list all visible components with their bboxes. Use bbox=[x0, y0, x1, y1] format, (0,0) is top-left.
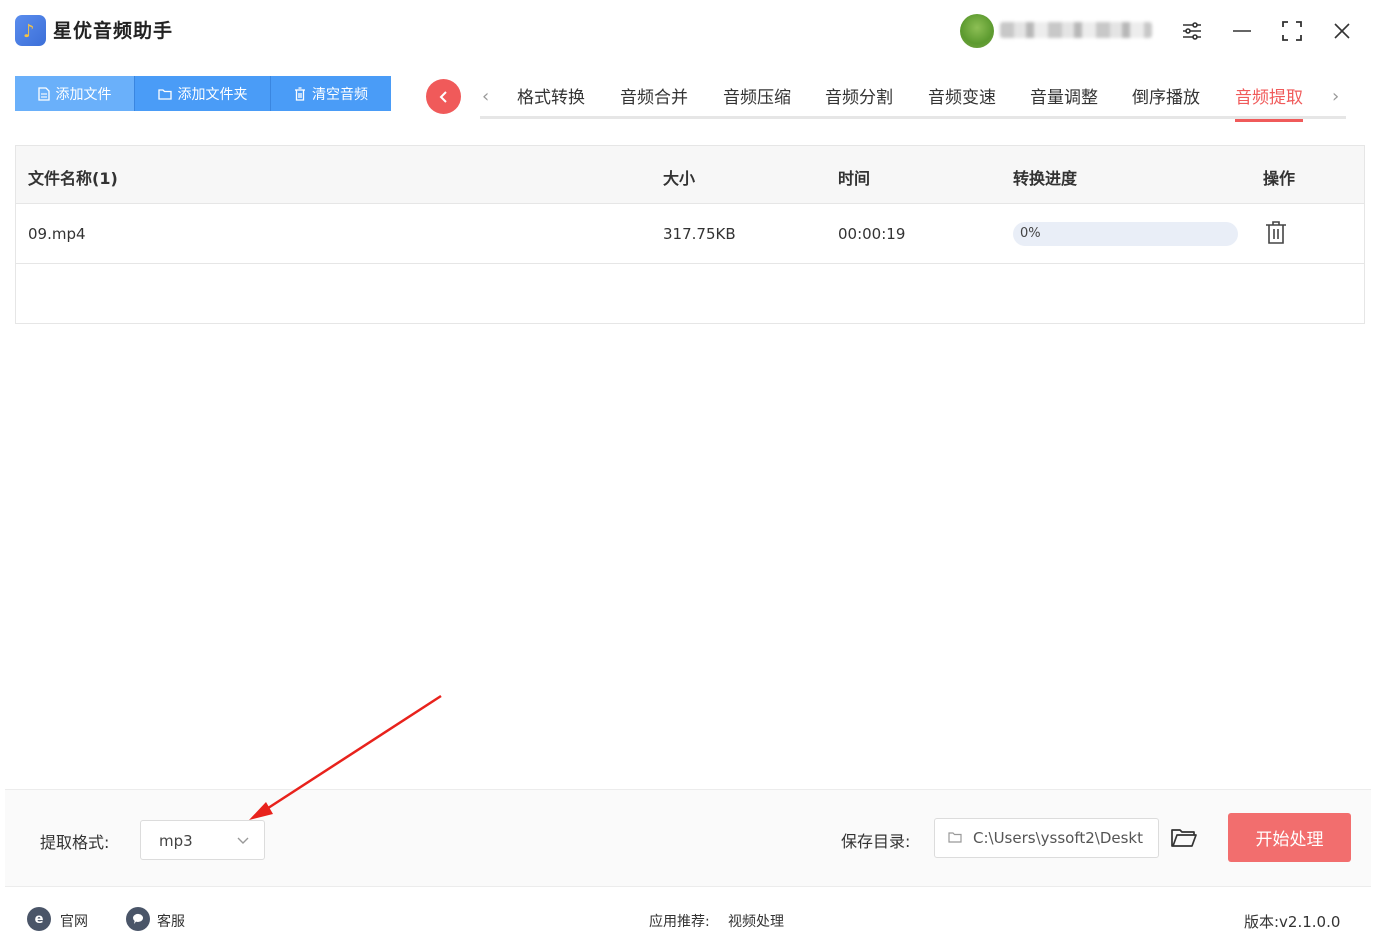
col-header-name: 文件名称(1) bbox=[28, 169, 118, 188]
close-icon[interactable] bbox=[1327, 16, 1357, 46]
app-title: 星优音频助手 bbox=[53, 20, 174, 42]
user-avatar[interactable] bbox=[960, 14, 994, 48]
extract-format-label: 提取格式: bbox=[40, 833, 110, 852]
add-folder-button[interactable]: 添加文件夹 bbox=[135, 76, 271, 111]
start-processing-button[interactable]: 开始处理 bbox=[1228, 813, 1351, 862]
support-link[interactable]: 客服 bbox=[157, 911, 185, 931]
conversion-progress-bar: 0% bbox=[1013, 222, 1238, 246]
output-settings-panel: 提取格式: mp3 保存目录: C:\Users\yssoft2\Deskt 开… bbox=[5, 789, 1371, 887]
tabs-scroll-right-icon[interactable]: › bbox=[1332, 86, 1339, 107]
tab-audio-extract[interactable]: 音频提取 bbox=[1235, 83, 1303, 122]
tab-volume-adjust[interactable]: 音量调整 bbox=[1030, 83, 1098, 119]
col-header-time: 时间 bbox=[838, 169, 871, 188]
col-header-size: 大小 bbox=[663, 169, 696, 188]
maximize-icon[interactable] bbox=[1277, 16, 1307, 46]
folder-icon bbox=[157, 88, 172, 100]
chat-bubble-icon[interactable] bbox=[126, 907, 150, 931]
extract-format-value: mp3 bbox=[159, 832, 193, 850]
chevron-left-icon bbox=[439, 90, 447, 103]
clear-audio-label: 清空音频 bbox=[312, 86, 368, 103]
cell-file-name: 09.mp4 bbox=[28, 225, 86, 243]
clear-audio-button[interactable]: 清空音频 bbox=[271, 76, 391, 111]
recommend-label: 应用推荐: bbox=[649, 914, 710, 930]
footer-bar: e 官网 客服 应用推荐: 视频处理 版本:v2.1.0.0 bbox=[0, 890, 1376, 950]
cell-file-size: 317.75KB bbox=[663, 225, 736, 243]
feature-tabs: ‹ 格式转换 音频合并 音频压缩 音频分割 音频变速 音量调整 倒序播放 音频提… bbox=[480, 78, 1346, 122]
app-logo-icon: ♪ bbox=[15, 15, 46, 46]
folder-icon bbox=[948, 832, 962, 843]
tab-audio-merge[interactable]: 音频合并 bbox=[620, 83, 688, 119]
col-header-progress: 转换进度 bbox=[1013, 169, 1078, 188]
tab-format-convert[interactable]: 格式转换 bbox=[517, 83, 585, 119]
settings-sliders-icon[interactable] bbox=[1177, 16, 1207, 46]
minimize-icon[interactable] bbox=[1227, 16, 1257, 46]
col-header-action: 操作 bbox=[1263, 169, 1296, 188]
tab-audio-speed[interactable]: 音频变速 bbox=[928, 83, 996, 119]
back-button[interactable] bbox=[426, 79, 461, 114]
add-file-label: 添加文件 bbox=[55, 86, 112, 103]
table-header: 文件名称(1) 大小 时间 转换进度 操作 bbox=[16, 146, 1364, 204]
save-dir-input[interactable]: C:\Users\yssoft2\Deskt bbox=[934, 818, 1159, 858]
table-row[interactable]: 09.mp4 317.75KB 00:00:19 0% bbox=[16, 204, 1364, 264]
toolbar-button-group: 添加文件 添加文件夹 清空音频 bbox=[15, 76, 391, 111]
version-text: 版本:v2.1.0.0 bbox=[1244, 913, 1341, 931]
progress-text: 0% bbox=[1020, 226, 1041, 241]
chevron-down-icon bbox=[237, 837, 249, 844]
cell-file-time: 00:00:19 bbox=[838, 225, 906, 243]
tab-reverse-play[interactable]: 倒序播放 bbox=[1132, 83, 1200, 119]
save-dir-value: C:\Users\yssoft2\Deskt bbox=[973, 829, 1143, 847]
add-file-button[interactable]: 添加文件 bbox=[15, 76, 135, 111]
trash-icon bbox=[295, 86, 305, 101]
title-bar: ♪ 星优音频助手 bbox=[0, 0, 1376, 60]
delete-row-icon[interactable] bbox=[1264, 220, 1288, 246]
save-dir-label: 保存目录: bbox=[841, 832, 911, 851]
website-icon[interactable]: e bbox=[27, 907, 51, 931]
open-folder-icon[interactable] bbox=[1170, 826, 1198, 850]
website-link[interactable]: 官网 bbox=[60, 911, 88, 931]
tab-audio-compress[interactable]: 音频压缩 bbox=[723, 83, 791, 119]
file-icon bbox=[37, 86, 50, 101]
recommend-video-link[interactable]: 视频处理 bbox=[728, 911, 784, 931]
add-folder-label: 添加文件夹 bbox=[177, 86, 248, 103]
extract-format-select[interactable]: mp3 bbox=[140, 820, 265, 860]
username-blurred[interactable] bbox=[1000, 22, 1152, 38]
file-drop-area[interactable] bbox=[15, 324, 1365, 776]
file-table: 文件名称(1) 大小 时间 转换进度 操作 09.mp4 317.75KB 00… bbox=[15, 145, 1365, 324]
tab-audio-split[interactable]: 音频分割 bbox=[825, 83, 893, 119]
tabs-scroll-left-icon[interactable]: ‹ bbox=[482, 86, 489, 107]
